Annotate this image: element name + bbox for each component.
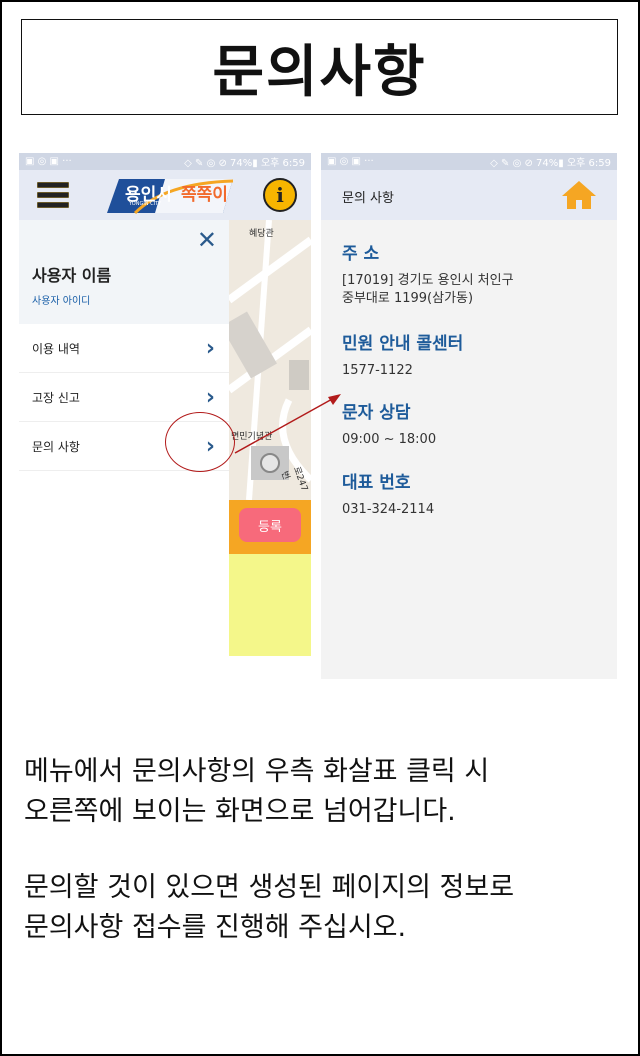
description-line: 오른쪽에 보이는 화면으로 넘어갑니다. xyxy=(24,796,456,827)
drawer-item-label: 이용 내역 xyxy=(32,341,80,356)
status-bar-right: ◇ ✎ ◎ ⊘ 74%▮ 오후 6:59 xyxy=(184,158,305,169)
close-icon[interactable]: ✕ xyxy=(197,226,217,254)
section-value: 1577-1122 xyxy=(342,363,413,378)
app-bar: 용인시 쪽쪽이 YONGIN CITY i xyxy=(19,170,311,220)
hamburger-menu-icon[interactable] xyxy=(37,182,69,208)
info-button[interactable]: i xyxy=(263,178,297,212)
address-line: 중부대로 1199(삼가동) xyxy=(342,291,474,306)
annotation-circle xyxy=(165,412,235,472)
app-bar: 문의 사항 xyxy=(321,170,617,220)
status-bar: ▣ ◎ ▣ ··· ◇ ✎ ◎ ⊘ 74%▮ 오후 6:59 xyxy=(321,153,617,170)
chevron-right-icon[interactable]: › xyxy=(206,385,215,410)
section-heading: 대표 번호 xyxy=(342,473,411,493)
register-button[interactable]: 등록 xyxy=(239,508,301,542)
section-value: 031-324-2114 xyxy=(342,502,435,517)
section-heading: 민원 안내 콜센터 xyxy=(342,334,464,354)
description-line: 문의사항 접수를 진행해 주십시오. xyxy=(24,912,407,943)
text-consult-section: 문자 상담 09:00 ~ 18:00 xyxy=(342,398,436,449)
section-value: [17019] 경기도 용인시 처인구 중부대로 1199(삼가동) xyxy=(342,272,514,308)
status-bar-left: ▣ ◎ ▣ ··· xyxy=(327,156,374,167)
logo-text-accent: 쪽쪽이 xyxy=(181,185,228,205)
status-bar: ▣ ◎ ▣ ··· ◇ ✎ ◎ ⊘ 74%▮ 오후 6:59 xyxy=(19,153,311,170)
status-bar-right: ◇ ✎ ◎ ⊘ 74%▮ 오후 6:59 xyxy=(490,158,611,169)
right-screenshot: ▣ ◎ ▣ ··· ◇ ✎ ◎ ⊘ 74%▮ 오후 6:59 문의 사항 주 소… xyxy=(321,153,617,679)
home-icon[interactable] xyxy=(561,180,597,210)
app-logo: 용인시 쪽쪽이 YONGIN CITY xyxy=(105,177,235,215)
bottom-area xyxy=(229,554,311,656)
drawer-header: ✕ 사용자 이름 사용자 아이디 xyxy=(19,220,229,324)
map-label: 면민기념관 xyxy=(231,432,273,442)
page-title-box: 문의사항 xyxy=(21,19,618,115)
address-line: [17019] 경기도 용인시 처인구 xyxy=(342,273,514,288)
address-section: 주 소 [17019] 경기도 용인시 처인구 중부대로 1199(삼가동) xyxy=(342,239,514,308)
description-block-1: 메뉴에서 문의사항의 우측 화살표 클릭 시 오른쪽에 보이는 화면으로 넘어갑… xyxy=(24,752,489,832)
page-title: 문의사항 xyxy=(212,39,427,105)
logo-subtext: YONGIN CITY xyxy=(129,201,162,207)
drawer-item-label: 고장 신고 xyxy=(32,390,80,405)
user-id: 사용자 아이디 xyxy=(32,296,91,307)
user-name: 사용자 이름 xyxy=(32,266,112,285)
chevron-right-icon[interactable]: › xyxy=(206,336,215,361)
map-label: 혜당관 xyxy=(249,229,274,239)
map-view[interactable]: 혜당관 면민기념관 로247번 xyxy=(229,220,311,500)
description-line: 메뉴에서 문의사항의 우측 화살표 클릭 시 xyxy=(24,756,490,787)
screen-title: 문의 사항 xyxy=(342,191,394,206)
status-bar-left: ▣ ◎ ▣ ··· xyxy=(25,156,72,167)
left-screenshot: ▣ ◎ ▣ ··· ◇ ✎ ◎ ⊘ 74%▮ 오후 6:59 용인시 쪽쪽이 Y… xyxy=(19,153,311,656)
section-heading: 주 소 xyxy=(342,244,380,264)
section-heading: 문자 상담 xyxy=(342,403,411,423)
call-center-section: 민원 안내 콜센터 1577-1122 xyxy=(342,329,463,380)
main-number-section: 대표 번호 031-324-2114 xyxy=(342,468,434,519)
drawer-item-usage-history[interactable]: 이용 내역 › xyxy=(19,324,229,373)
drawer-item-label: 문의 사항 xyxy=(32,439,80,454)
description-block-2: 문의할 것이 있으면 생성된 페이지의 정보로 문의사항 접수를 진행해 주십시… xyxy=(24,868,514,948)
section-value: 09:00 ~ 18:00 xyxy=(342,432,437,447)
description-line: 문의할 것이 있으면 생성된 페이지의 정보로 xyxy=(24,872,515,903)
info-icon: i xyxy=(276,183,284,207)
